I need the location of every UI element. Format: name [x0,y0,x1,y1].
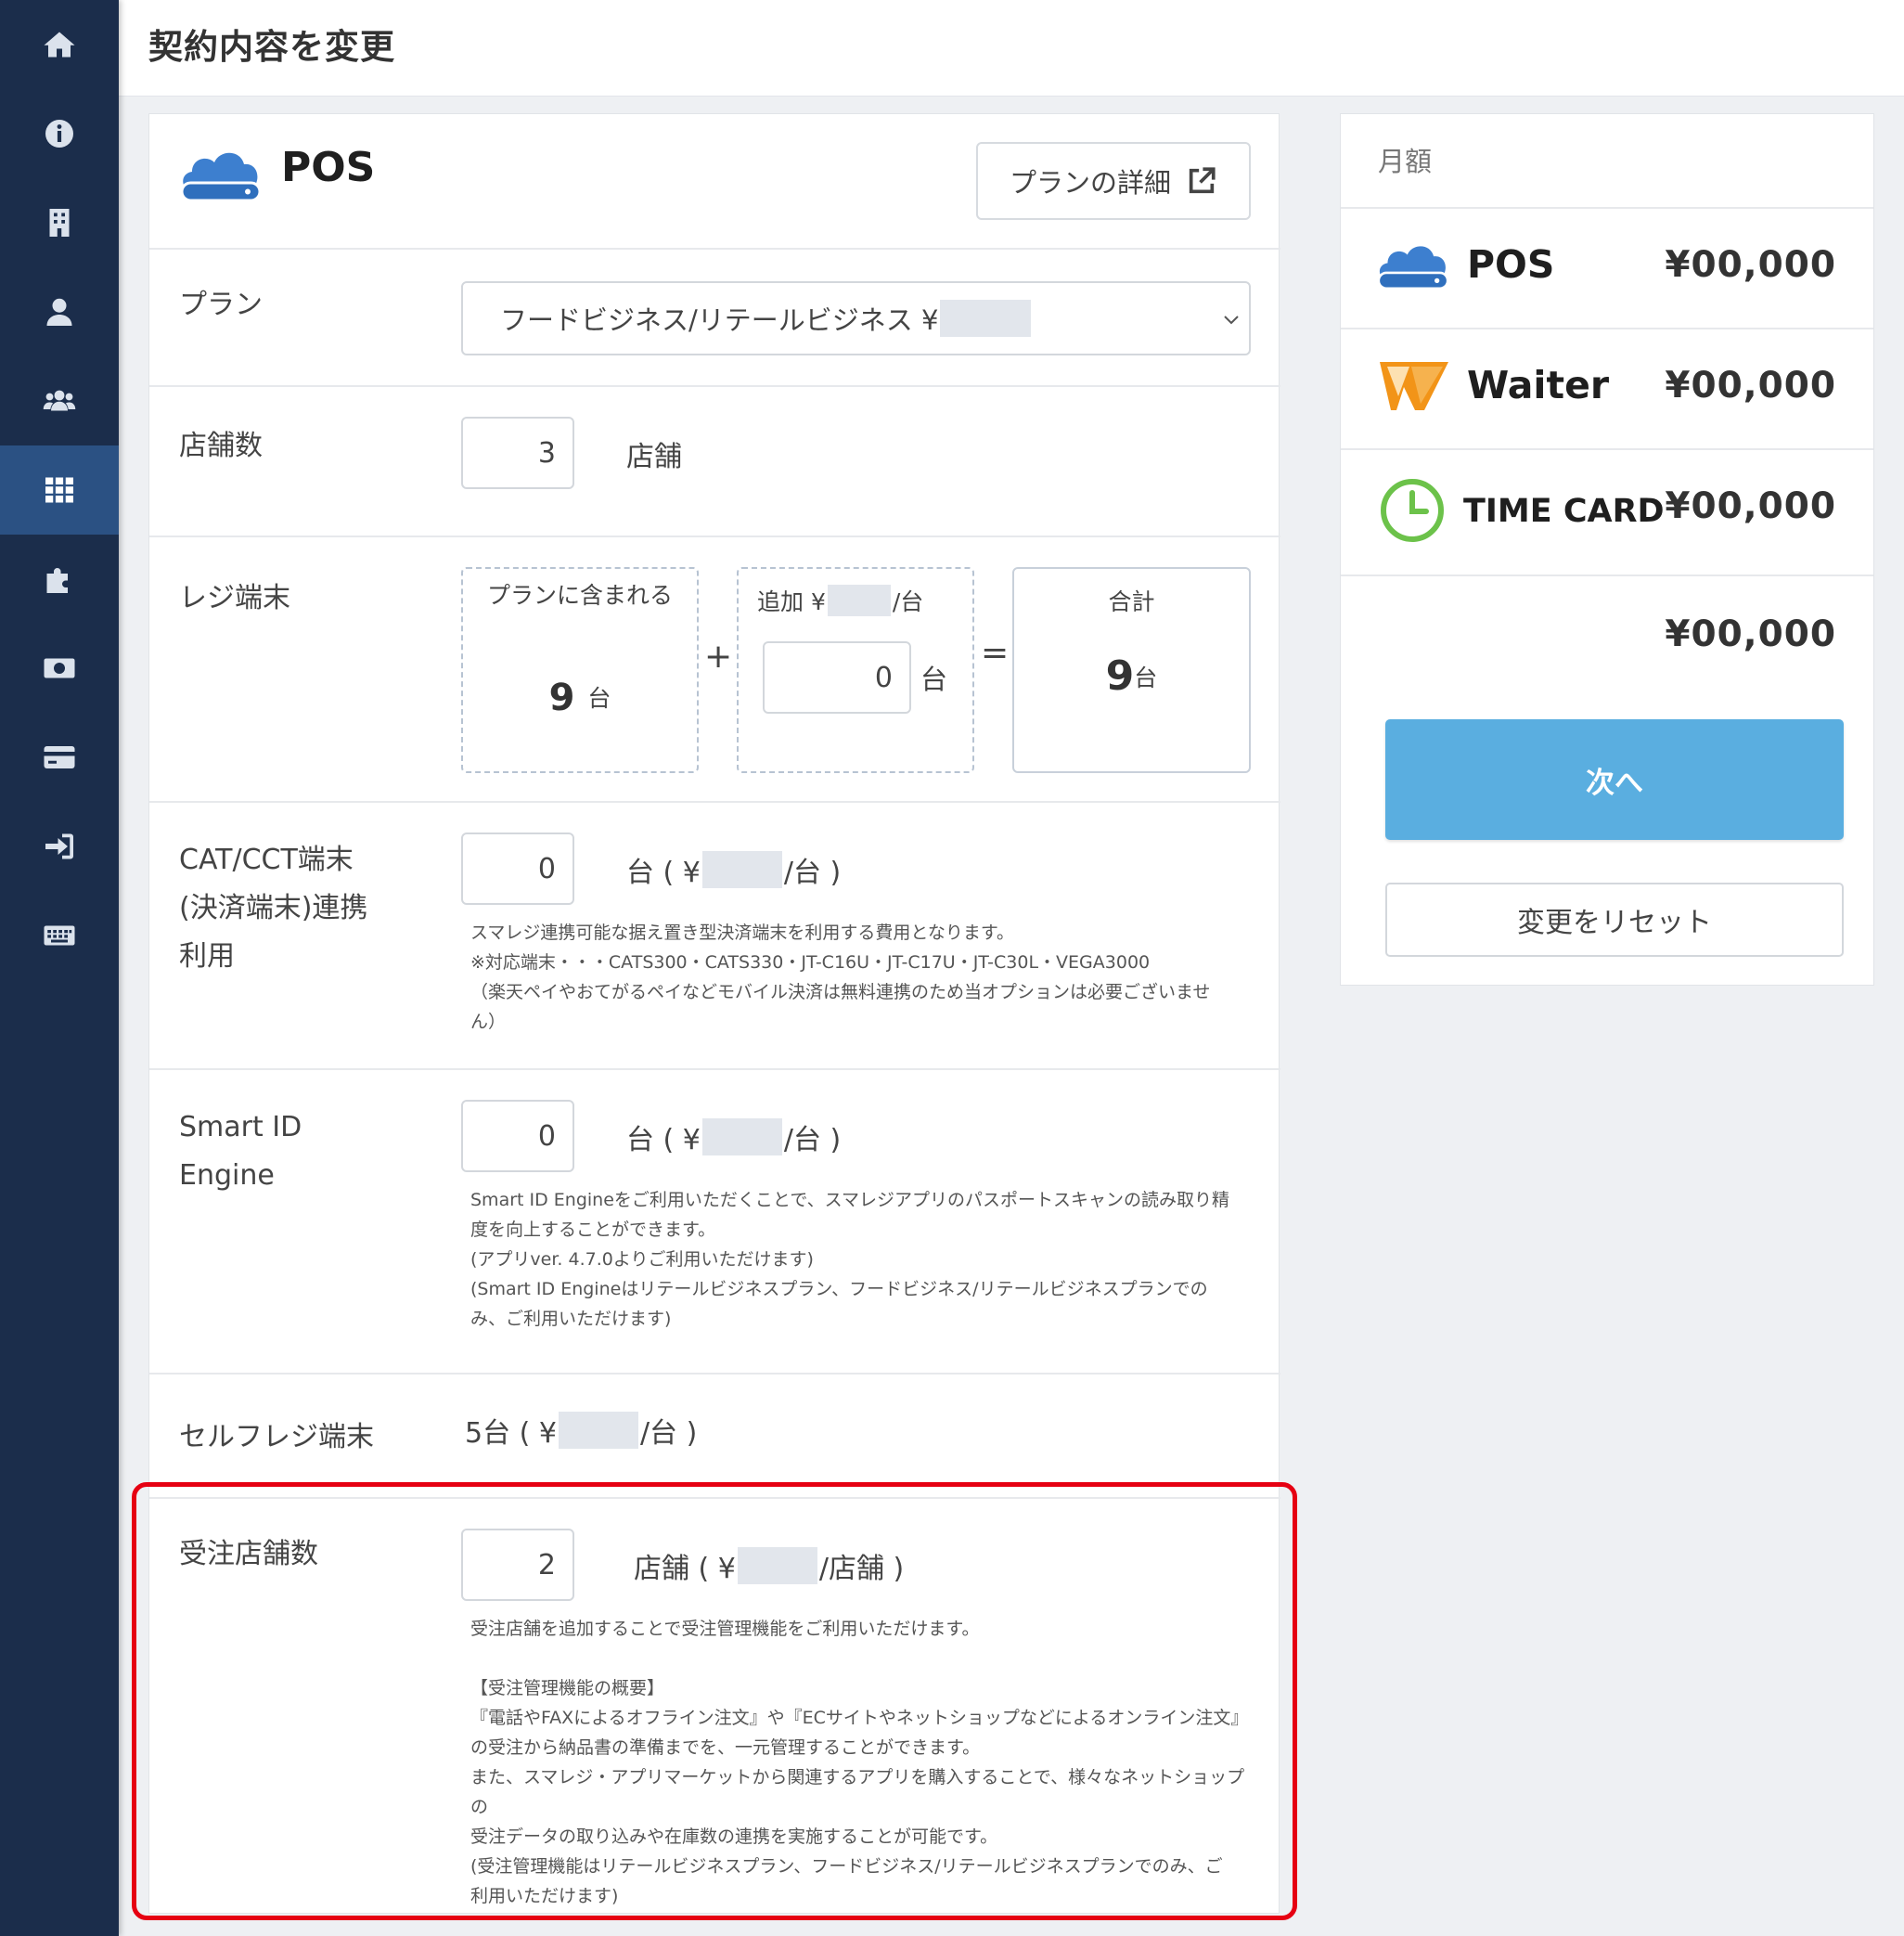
sidebar-item-info[interactable] [0,89,119,178]
plan-detail-button[interactable]: プランの詳細 [976,142,1251,220]
reset-changes-button[interactable]: 変更をリセット [1385,883,1844,957]
price-mask [940,300,1032,337]
additional-registers-box: 追加 ¥/台 0 台 [737,567,974,773]
additional-label: 追加 ¥/台 [757,584,923,617]
puzzle-icon [46,568,68,593]
plus-sign: + [704,638,733,676]
plan-detail-label: プランの詳細 [1009,167,1171,199]
smart-id-unit-price: 台 ( ¥/台 ) [626,1116,841,1157]
pos-cloud-logo [1376,237,1450,294]
sidebar-item-company[interactable] [0,178,119,267]
grid-icon [45,477,73,503]
waiter-logo [1378,359,1450,413]
additional-unit: 台 [920,664,948,695]
summary-total-price: ¥00,000 [1665,613,1836,655]
sidebar-item-apps[interactable] [0,445,119,535]
price-mask [558,1412,638,1449]
total-value: 9 [1105,652,1135,700]
chevron-down-icon [1224,316,1239,325]
info-icon [45,120,73,148]
order-stores-input[interactable]: 2 [461,1529,574,1601]
cat-label: CAT/CCT端末 (決済端末)連携 利用 [179,844,368,973]
note-spacer [470,1644,1259,1673]
monthly-summary-card: 月額 POS ¥00,000 Waiter ¥00,000 TIME CARD … [1340,113,1874,986]
plan-select[interactable]: フードビジネス/リテールビジネス ¥ [461,281,1251,355]
sidebar-item-home[interactable] [0,0,119,89]
next-button[interactable]: 次へ [1385,719,1844,840]
home-icon [44,32,75,58]
summary-row-pos: POS ¥00,000 [1341,207,1873,328]
product-name: POS [281,144,376,191]
external-link-icon [1189,167,1216,194]
smart-id-row: Smart ID Engine 0 台 ( ¥/台 ) Smart ID Eng… [149,1068,1280,1373]
sidebar-item-user[interactable] [0,267,119,356]
self-register-row: セルフレジ端末 5台 ( ¥/台 ) [149,1373,1280,1491]
summary-pos-price: ¥00,000 [1665,244,1836,286]
page-title: 契約内容を変更 [148,27,395,67]
included-label: プランに含まれる [486,582,673,609]
smart-id-label: Smart ID Engine [179,1111,302,1192]
sidebar-item-keyboard[interactable] [0,891,119,980]
stores-input[interactable]: 3 [461,417,574,489]
summary-waiter-price: ¥00,000 [1665,365,1836,407]
cat-unit-price: 台 ( ¥/台 ) [626,849,841,890]
cat-note: スマレジ連携可能な据え置き型決済端末を利用する費用となります。 ※対応端末・・・… [470,923,1211,1032]
top-bar: 契約内容を変更 [119,0,1904,97]
summary-timecard-name: TIME CARD [1463,493,1665,530]
stores-label: 店舗数 [179,430,263,462]
contract-form-card: POS プランの詳細 プラン フードビジネス/リテールビジネス ¥ 店舗数 3 … [148,113,1280,1914]
price-mask [701,1118,782,1155]
user-icon [46,298,72,326]
summary-pos-name: POS [1467,242,1555,287]
price-mask [737,1547,817,1584]
equals-sign: = [981,634,1010,672]
smart-id-input[interactable]: 0 [461,1100,574,1172]
plan-row: プラン フードビジネス/リテールビジネス ¥ [149,248,1280,385]
summary-timecard-price: ¥00,000 [1665,485,1836,527]
price-mask [827,585,891,616]
sign-in-icon [45,833,73,859]
building-icon [49,209,70,237]
stores-unit: 店舗 [626,441,682,473]
credit-card-icon [44,746,75,768]
summary-row-timecard: TIME CARD ¥00,000 [1341,448,1873,574]
cat-terminal-input[interactable]: 0 [461,832,574,905]
total-unit: 台 [1134,665,1158,691]
sidebar-item-billing[interactable] [0,624,119,713]
cat-terminal-row: CAT/CCT端末 (決済端末)連携 利用 0 台 ( ¥/台 ) スマレジ連携… [149,801,1280,1068]
keyboard-icon [44,925,75,946]
sidebar-item-staff[interactable] [0,356,119,445]
sidebar-item-plugins[interactable] [0,535,119,624]
self-register-label: セルフレジ端末 [179,1421,374,1453]
summary-waiter-name: Waiter [1467,363,1610,407]
money-icon [44,658,75,678]
order-stores-unit-price: 店舗 ( ¥/店舗 ) [634,1545,904,1586]
sidebar-nav [0,0,119,1936]
summary-row-waiter: Waiter ¥00,000 [1341,328,1873,448]
additional-registers-input[interactable]: 0 [763,641,911,714]
order-stores-row: 受注店舗数 2 店舗 ( ¥/店舗 ) 受注店舗を追加することで受注管理機能をご… [149,1497,1280,1913]
summary-total-area: ¥00,000 次へ 変更をリセット [1341,574,1873,985]
sidebar-item-payment[interactable] [0,713,119,802]
self-register-value: 5台 ( ¥/台 ) [465,1410,697,1451]
smart-id-note: Smart ID Engineをご利用いただくことで、スマレジアプリのパスポート… [470,1190,1230,1329]
users-icon [43,390,76,411]
clock-icon [1380,478,1445,543]
stores-row: 店舗数 3 店舗 [149,385,1280,536]
summary-header: 月額 [1378,146,1433,177]
total-label: 合計 [1108,588,1155,615]
registers-row: レジ端末 プランに含まれる 9台 + 追加 ¥/台 0 台 = 合計 9台 [149,536,1280,801]
included-registers-box: プランに含まれる 9台 [461,567,699,773]
total-registers-box: 合計 9台 [1012,567,1251,773]
registers-label: レジ端末 [179,582,290,614]
price-mask [701,851,782,888]
included-value: 9 [548,677,575,719]
pos-cloud-logo [179,142,263,207]
included-unit: 台 [587,685,611,712]
plan-label: プラン [179,289,263,321]
order-stores-label: 受注店舗数 [179,1538,318,1570]
plan-select-value: フードビジネス/リテールビジネス ¥ [500,304,939,336]
order-stores-note: 受注店舗を追加することで受注管理機能をご利用いただけます。 【受注管理機能の概要… [470,1614,1259,1911]
sidebar-item-login[interactable] [0,802,119,891]
